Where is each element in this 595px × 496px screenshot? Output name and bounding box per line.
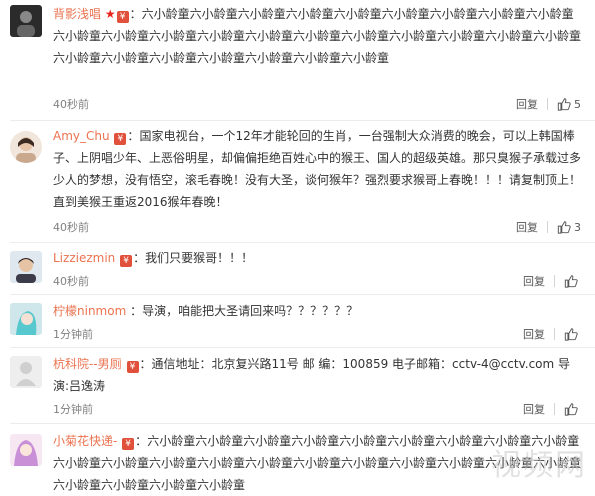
- member-badge-icon: ¥: [126, 361, 139, 373]
- like-button[interactable]: [564, 274, 581, 288]
- divider: [10, 242, 595, 243]
- divider: [554, 275, 555, 287]
- comment-time: 1分钟前: [53, 328, 93, 341]
- like-count: 5: [574, 97, 581, 111]
- username[interactable]: Lizziezmin: [53, 251, 115, 265]
- like-button[interactable]: [564, 327, 581, 341]
- comment-time: 40秒前: [53, 98, 89, 111]
- divider: [10, 120, 595, 121]
- divider: [10, 347, 595, 348]
- reply-button[interactable]: 回复: [523, 326, 545, 342]
- colon: ：: [139, 357, 152, 371]
- thumbs-up-icon: [557, 221, 571, 234]
- comment-time: 40秒前: [53, 275, 89, 288]
- username[interactable]: 小菊花快递-: [53, 434, 117, 448]
- username[interactable]: 杭科院--男厕: [53, 357, 122, 371]
- like-count: 3: [574, 220, 581, 234]
- divider: [10, 423, 595, 424]
- thumbs-up-icon: [564, 403, 578, 416]
- avatar[interactable]: [10, 5, 42, 37]
- reply-button[interactable]: 回复: [516, 219, 538, 235]
- reply-button[interactable]: 回复: [516, 96, 538, 112]
- divider: [554, 403, 555, 415]
- watermark: 视频网: [491, 448, 587, 483]
- avatar[interactable]: [10, 251, 42, 283]
- username[interactable]: 背影浅唱: [53, 7, 101, 21]
- colon: ：: [135, 434, 148, 448]
- comment-text: 导演，咱能把大圣请回来吗？？？？？？: [142, 304, 359, 318]
- thumbs-up-icon: [557, 98, 571, 111]
- colon: ：: [133, 251, 146, 265]
- thumbs-up-icon: [564, 328, 578, 341]
- colon: ：: [127, 129, 140, 143]
- like-button[interactable]: 5: [557, 97, 581, 111]
- colon: ：: [130, 304, 143, 318]
- divider: [554, 328, 555, 340]
- username[interactable]: 柠檬ninmom: [53, 304, 126, 318]
- username[interactable]: Amy_Chu: [53, 129, 110, 143]
- avatar[interactable]: [10, 434, 42, 466]
- member-badge-icon: ¥: [114, 133, 127, 145]
- colon: ：: [129, 7, 142, 21]
- member-badge-icon: ¥: [116, 11, 129, 23]
- star-icon: ★: [104, 7, 116, 21]
- reply-button[interactable]: 回复: [523, 401, 545, 417]
- divider: [547, 221, 548, 233]
- reply-button[interactable]: 回复: [523, 273, 545, 289]
- member-badge-icon: ¥: [120, 255, 133, 267]
- comment-time: 1分钟前: [53, 403, 93, 416]
- comment-time: 40秒前: [53, 221, 89, 234]
- avatar[interactable]: [10, 356, 42, 388]
- thumbs-up-icon: [564, 275, 578, 288]
- divider: [10, 294, 595, 295]
- member-badge-icon: ¥: [122, 438, 135, 450]
- like-button[interactable]: [564, 402, 581, 416]
- divider: [547, 98, 548, 110]
- avatar[interactable]: [10, 303, 42, 335]
- comment-text: 我们只要猴哥！！！: [145, 251, 254, 265]
- like-button[interactable]: 3: [557, 220, 581, 234]
- avatar[interactable]: [10, 131, 42, 163]
